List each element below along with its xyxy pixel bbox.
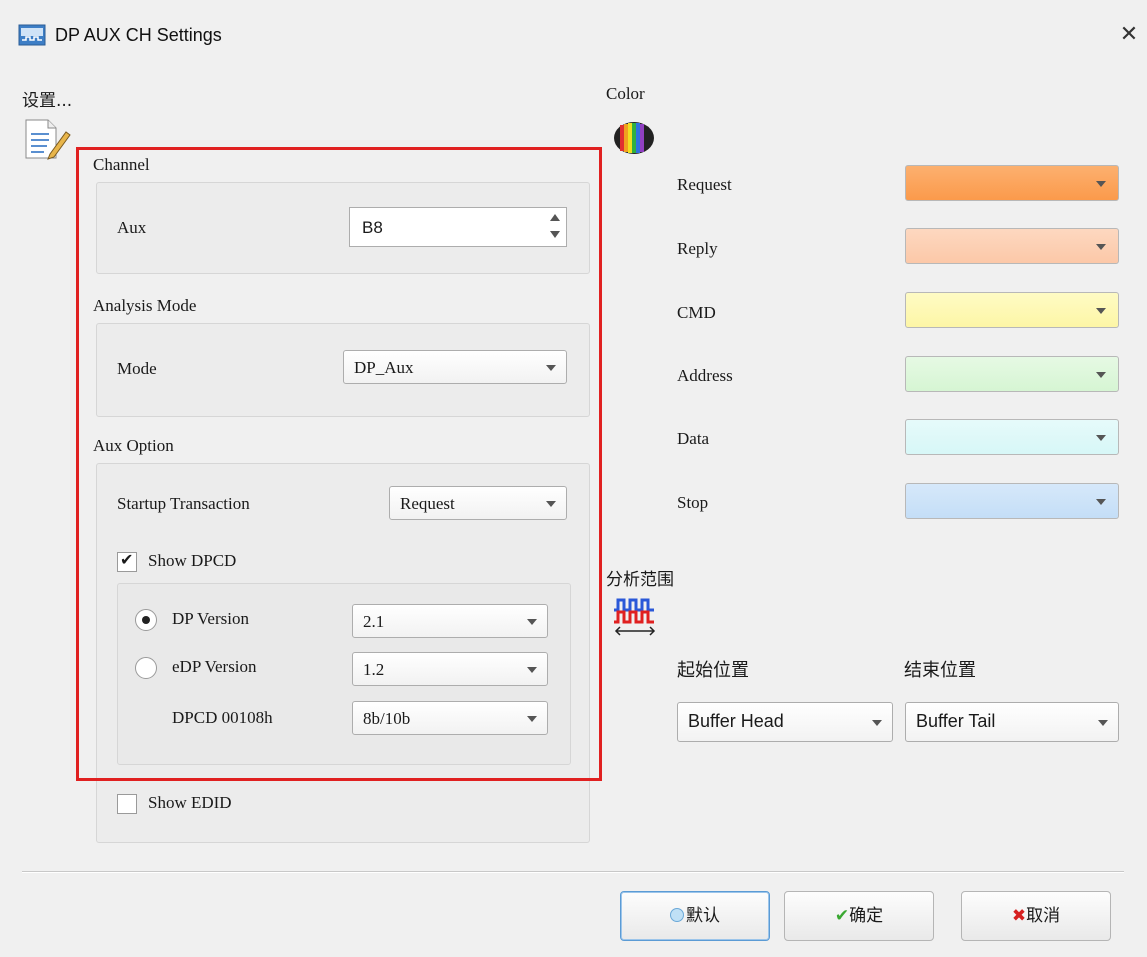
show-edid-label: Show EDID <box>148 793 232 812</box>
checkmark-icon: ✔ <box>834 906 850 926</box>
color-label-request: Request <box>677 175 732 194</box>
color-label-reply: Reply <box>677 239 718 258</box>
cancel-button[interactable]: ✖取消 <box>961 891 1111 941</box>
color-label-stop: Stop <box>677 493 709 512</box>
start-position-value: Buffer Head <box>688 711 784 731</box>
color-dropdown-request[interactable] <box>905 165 1119 201</box>
show-edid-checkbox[interactable] <box>117 794 137 814</box>
chevron-down-icon <box>1096 372 1106 378</box>
color-dropdown-stop[interactable] <box>905 483 1119 519</box>
chevron-down-icon <box>1096 499 1106 505</box>
cross-icon: ✖ <box>1011 906 1027 926</box>
default-button[interactable]: 默认 <box>620 891 770 941</box>
color-label-data: Data <box>677 429 710 448</box>
reset-circle-icon <box>670 908 684 922</box>
end-position-value: Buffer Tail <box>916 711 996 731</box>
ok-button-label: 确定 <box>849 906 884 926</box>
window-title: DP AUX CH Settings <box>55 25 222 45</box>
end-position-dropdown[interactable]: Buffer Tail <box>905 702 1119 742</box>
highlight-box <box>76 147 602 781</box>
cancel-button-label: 取消 <box>1026 906 1061 926</box>
color-dropdown-data[interactable] <box>905 419 1119 455</box>
ok-button[interactable]: ✔确定 <box>784 891 934 941</box>
waveform-range-icon <box>614 598 656 636</box>
chevron-down-icon <box>1096 308 1106 314</box>
color-palette-icon <box>614 122 654 154</box>
color-label-address: Address <box>677 366 733 385</box>
chevron-down-icon <box>872 720 882 726</box>
end-position-label: 结束位置 <box>904 660 976 681</box>
divider <box>22 871 1124 873</box>
chevron-down-icon <box>1096 181 1106 187</box>
dialog-window: DP AUX CH Settings ✕ 设置... Color Channel… <box>0 0 1147 957</box>
app-icon <box>18 24 46 46</box>
color-dropdown-reply[interactable] <box>905 228 1119 264</box>
chevron-down-icon <box>1096 435 1106 441</box>
color-dropdown-address[interactable] <box>905 356 1119 392</box>
chevron-down-icon <box>1096 244 1106 250</box>
analysis-range-header: 分析范围 <box>606 570 674 590</box>
chevron-down-icon <box>1098 720 1108 726</box>
start-position-dropdown[interactable]: Buffer Head <box>677 702 893 742</box>
notepad-edit-icon <box>25 119 71 160</box>
close-button[interactable]: ✕ <box>1112 18 1146 52</box>
color-header: Color <box>606 84 645 103</box>
start-position-label: 起始位置 <box>677 660 749 681</box>
settings-header: 设置... <box>22 91 73 111</box>
color-label-cmd: CMD <box>677 303 716 322</box>
title-bar: DP AUX CH Settings ✕ <box>0 0 1147 70</box>
color-dropdown-cmd[interactable] <box>905 292 1119 328</box>
default-button-label: 默认 <box>686 906 720 926</box>
